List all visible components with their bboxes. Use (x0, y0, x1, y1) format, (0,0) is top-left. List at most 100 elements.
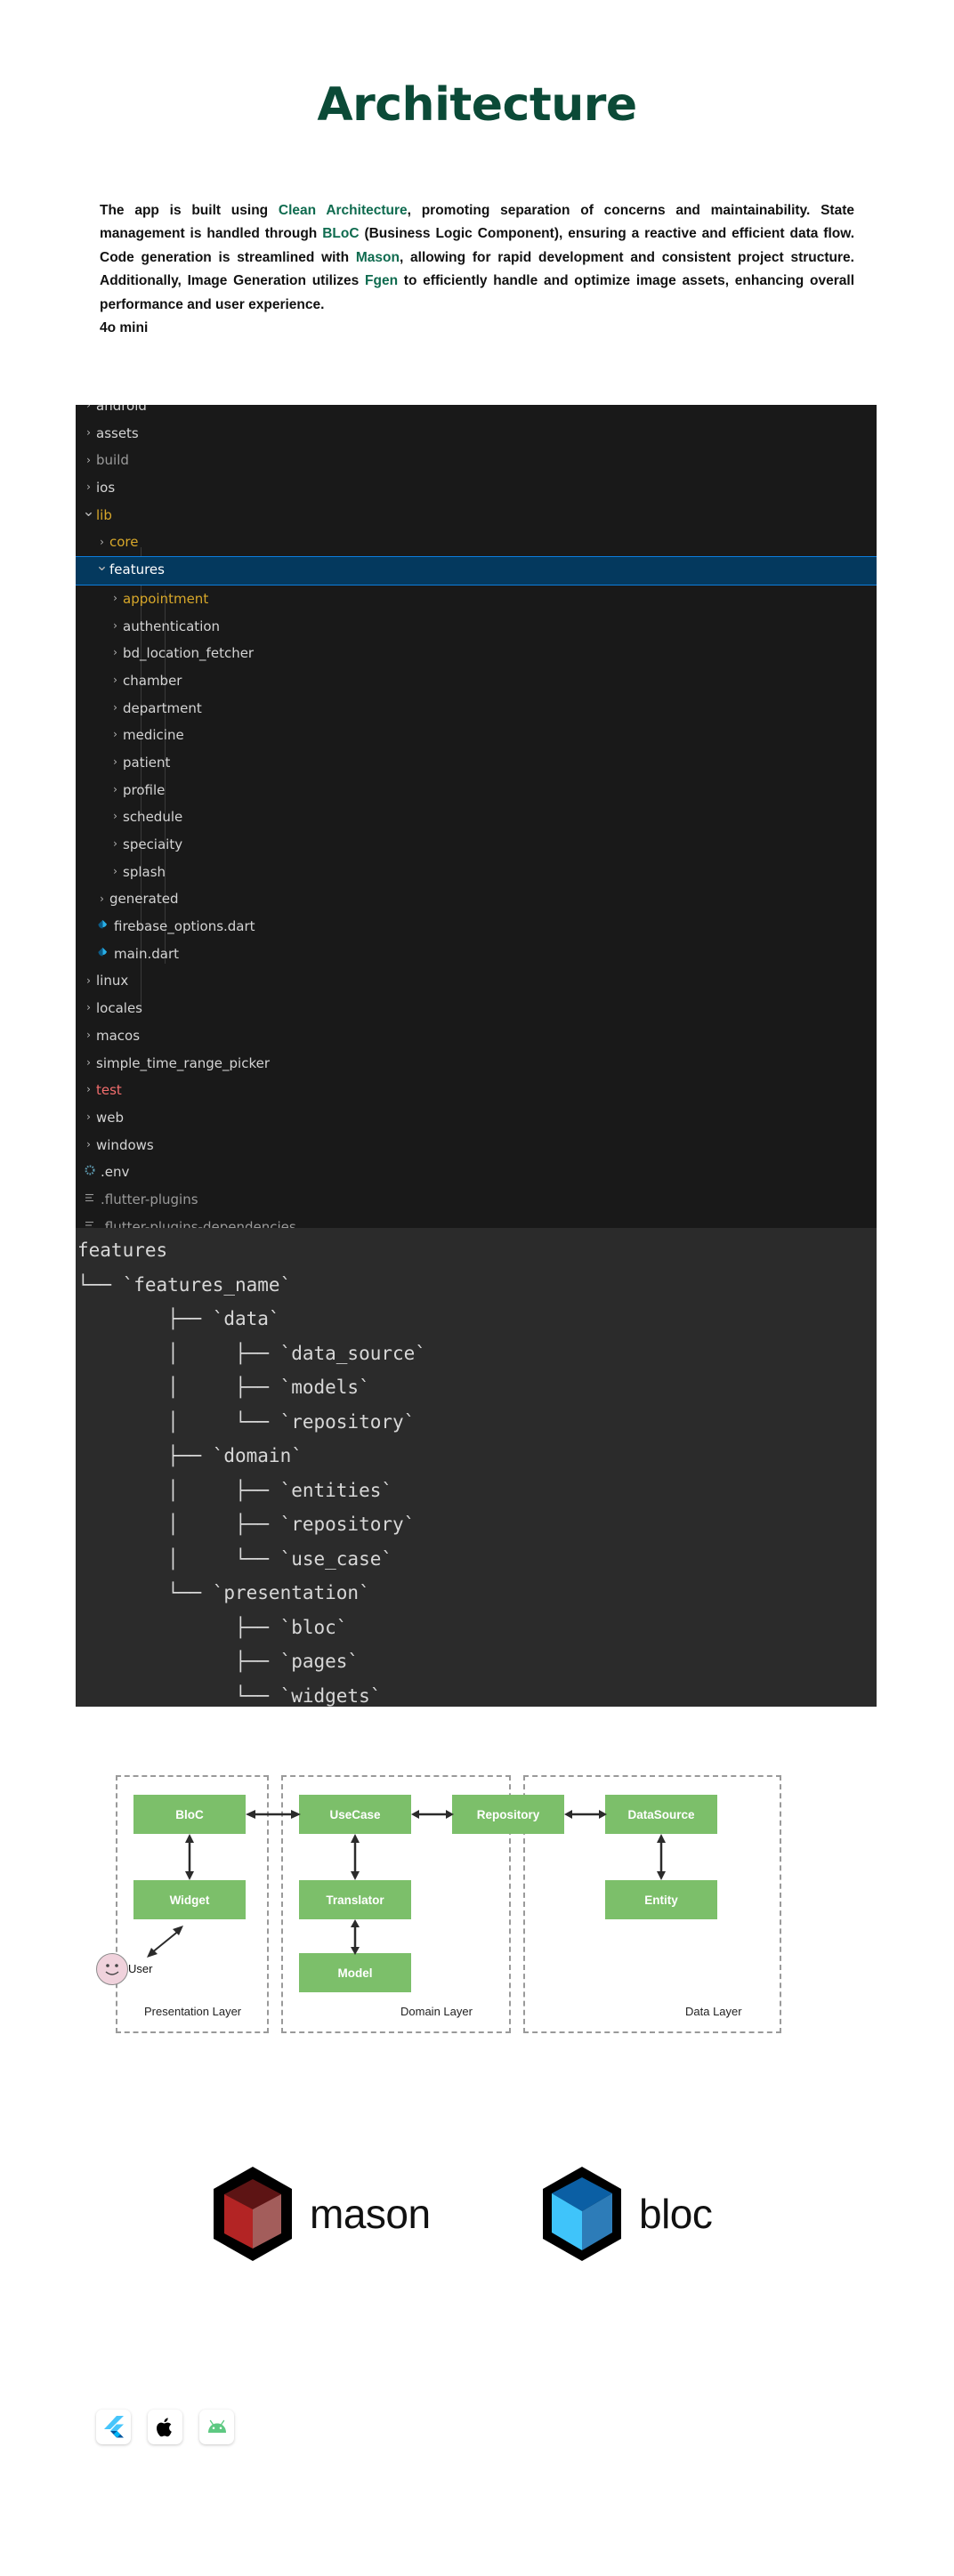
tree-row-build[interactable]: › build (76, 447, 877, 474)
tree-row-medicine[interactable]: › medicine (76, 722, 877, 749)
tree-row-label: ios (96, 480, 116, 497)
presentation-layer-label: Presentation Layer (144, 2005, 242, 2018)
ascii-tree-line: │ ├── `entities` (77, 1479, 393, 1501)
tree-row-label: bd_location_fetcher (123, 645, 255, 662)
tree-row-label: simple_time_range_picker (96, 1054, 270, 1071)
tree-row-profile[interactable]: › profile (76, 777, 877, 804)
tree-row-appointment[interactable]: › appointment (76, 585, 877, 613)
data-layer-label: Data Layer (685, 2005, 742, 2018)
intro-highlight: BLoC (322, 226, 360, 242)
chevron-right-icon[interactable]: › (108, 776, 123, 803)
chevron-right-icon[interactable]: › (108, 585, 123, 612)
tree-row-label: .flutter-plugins (101, 1191, 198, 1208)
tree-row-label: .env (101, 1164, 130, 1181)
dart-file-icon (94, 912, 111, 940)
chevron-right-icon[interactable]: › (81, 447, 96, 474)
android-icon-chip[interactable] (199, 2410, 234, 2444)
tree-row-label: generated (109, 891, 179, 908)
arrow-user-widget (147, 1926, 183, 1958)
chevron-right-icon[interactable]: › (81, 1076, 96, 1103)
tree-row-lib[interactable]: ⌄lib (76, 502, 877, 529)
tree-row-android[interactable]: › android (76, 405, 877, 420)
chevron-down-icon[interactable]: ⌄ (81, 498, 96, 526)
platform-icons-row (96, 2410, 234, 2444)
chevron-right-icon[interactable]: › (108, 748, 123, 776)
tree-row-windows[interactable]: › windows (76, 1132, 877, 1159)
tree-row-.flutter-plugins-dependencies[interactable]: .flutter-plugins-dependencies (76, 1214, 877, 1228)
tree-row-label: schedule (123, 809, 183, 826)
chevron-right-icon[interactable]: › (108, 858, 123, 885)
tree-row-features[interactable]: ⌄features (76, 556, 877, 585)
page-title: Architecture (317, 78, 637, 132)
tree-row-patient[interactable]: › patient (76, 749, 877, 777)
tree-row-speciaity[interactable]: › speciaity (76, 831, 877, 859)
chevron-right-icon[interactable]: › (108, 721, 123, 748)
apple-icon (156, 2417, 172, 2436)
chevron-right-icon[interactable]: › (108, 639, 123, 666)
brand-logos-row: mason bloc (0, 2149, 954, 2282)
node-usecase: UseCase (299, 1795, 411, 1834)
node-widget: Widget (133, 1880, 246, 1919)
ascii-tree-line: ├── `domain` (77, 1445, 303, 1466)
arrow-bloc-usecase (246, 1810, 301, 1819)
flutter-icon-chip[interactable] (96, 2410, 131, 2444)
chevron-right-icon[interactable]: › (81, 967, 96, 995)
chevron-right-icon[interactable]: › (108, 830, 123, 858)
bloc-label: bloc (639, 2191, 713, 2237)
dart-file-icon (94, 940, 111, 967)
tree-row-.flutter-plugins[interactable]: .flutter-plugins (76, 1186, 877, 1214)
ascii-tree-line: │ ├── `data_source` (77, 1342, 426, 1364)
chevron-right-icon[interactable]: › (108, 803, 123, 830)
tree-row-core[interactable]: › core (76, 529, 877, 556)
tree-row-linux[interactable]: › linux (76, 967, 877, 995)
tree-row-locales[interactable]: › locales (76, 995, 877, 1022)
settings-list-icon (81, 1185, 98, 1213)
chevron-right-icon[interactable]: › (81, 419, 96, 447)
tree-row-label: patient (123, 755, 171, 771)
model-tag: 4o mini (100, 320, 149, 335)
file-explorer-panel[interactable]: › android › assets › build › ios ⌄lib › core ⌄featu… (76, 405, 877, 1228)
chevron-right-icon[interactable]: › (94, 885, 109, 913)
chevron-right-icon[interactable]: › (81, 473, 96, 501)
tree-row-simple_time_range_picker[interactable]: › simple_time_range_picker (76, 1050, 877, 1078)
tree-row-label: .flutter-plugins-dependencies (101, 1218, 296, 1228)
node-datasource: DataSource (605, 1795, 717, 1834)
chevron-down-icon[interactable]: ⌄ (94, 553, 109, 579)
ascii-tree-line: │ ├── `models` (77, 1377, 370, 1398)
tree-row-main.dart[interactable]: main.dart (76, 941, 877, 968)
chevron-right-icon[interactable]: › (81, 1103, 96, 1131)
node-repository: Repository (452, 1795, 564, 1834)
chevron-right-icon[interactable]: › (81, 1022, 96, 1049)
chevron-right-icon[interactable]: › (108, 694, 123, 722)
tree-row-bd_location_fetcher[interactable]: › bd_location_fetcher (76, 640, 877, 667)
tree-row-firebase_options.dart[interactable]: firebase_options.dart (76, 913, 877, 941)
chevron-right-icon[interactable]: › (108, 612, 123, 640)
mason-cube-logo (214, 2167, 292, 2261)
chevron-right-icon[interactable]: › (81, 405, 96, 419)
tree-row-ios[interactable]: › ios (76, 474, 877, 502)
tree-row-test[interactable]: › test (76, 1077, 877, 1104)
chevron-right-icon[interactable]: › (81, 1131, 96, 1159)
tree-row-label: speciaity (123, 836, 183, 853)
intro-highlight: Fgen (365, 273, 399, 289)
chevron-right-icon[interactable]: › (81, 994, 96, 1022)
node-bloc: BloC (133, 1795, 246, 1834)
tree-row-generated[interactable]: › generated (76, 885, 877, 913)
arrow-repository-datasource (564, 1810, 607, 1819)
tree-row-department[interactable]: › department (76, 695, 877, 723)
tree-row-schedule[interactable]: › schedule (76, 803, 877, 831)
ascii-tree-line: │ ├── `repository` (77, 1514, 416, 1535)
brand-bloc: bloc (539, 2165, 713, 2263)
chevron-right-icon[interactable]: › (108, 666, 123, 694)
chevron-right-icon[interactable]: › (81, 1049, 96, 1077)
tree-row-authentication[interactable]: › authentication (76, 613, 877, 641)
tree-row-assets[interactable]: › assets (76, 420, 877, 448)
tree-row-macos[interactable]: › macos (76, 1022, 877, 1050)
tree-row-web[interactable]: › web (76, 1104, 877, 1132)
tree-row-chamber[interactable]: › chamber (76, 667, 877, 695)
tree-row-.env[interactable]: .env (76, 1159, 877, 1186)
tree-row-splash[interactable]: › splash (76, 859, 877, 886)
chevron-right-icon[interactable]: › (94, 529, 109, 556)
apple-icon-chip[interactable] (148, 2410, 182, 2444)
tree-row-label: web (96, 1110, 125, 1126)
